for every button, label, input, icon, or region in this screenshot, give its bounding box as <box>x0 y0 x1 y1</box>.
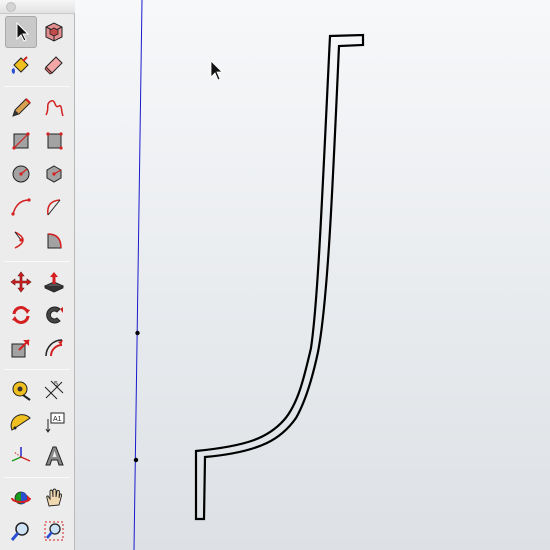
offset-icon <box>45 339 63 357</box>
freehand-curve-icon <box>45 100 64 117</box>
tool-palette: 5 A1 <box>0 0 75 550</box>
zoom-tool[interactable] <box>5 515 37 547</box>
move-tool[interactable] <box>5 266 37 298</box>
axis-endpoint <box>135 330 140 336</box>
arc-icon <box>11 198 31 216</box>
circle-tool[interactable] <box>5 158 37 190</box>
dimension-icon: 5 <box>44 380 64 400</box>
make-component-tool[interactable] <box>38 16 70 48</box>
arc-tool[interactable] <box>5 191 37 223</box>
rotate-arrows-icon <box>12 306 30 324</box>
follow-me-icon <box>46 306 63 324</box>
toolbar-separator <box>4 261 70 262</box>
eraser-tool[interactable] <box>38 49 70 81</box>
blue-axis-line <box>133 0 143 550</box>
pan-tool[interactable] <box>38 482 70 514</box>
orbit-icon <box>11 491 31 505</box>
two-point-arc-tool[interactable] <box>38 191 70 223</box>
toolbar-separator <box>4 369 70 370</box>
3d-text-tool[interactable] <box>38 440 70 472</box>
freehand-tool[interactable] <box>38 92 70 124</box>
follow-me-tool[interactable] <box>38 299 70 331</box>
palette-close-button[interactable] <box>6 2 16 12</box>
toolbar-separator <box>4 477 70 478</box>
magnifier-icon <box>10 522 29 541</box>
two-point-arc-icon <box>47 199 61 216</box>
palette-title-bar <box>0 0 75 14</box>
axis-endpoint <box>133 457 139 463</box>
dimension-tool[interactable]: 5 <box>38 374 70 406</box>
protractor-icon <box>10 414 31 431</box>
rotated-rectangle-icon <box>46 132 63 150</box>
drawing-canvas[interactable] <box>0 0 550 550</box>
three-point-arc-icon <box>14 231 24 249</box>
move-arrows-icon <box>10 271 32 293</box>
3d-text-icon <box>45 446 64 466</box>
pencil-icon <box>12 98 31 117</box>
three-point-arc-tool[interactable] <box>5 224 37 256</box>
profile-shape[interactable] <box>194 33 365 521</box>
text-label-icon: A1 <box>45 412 65 433</box>
rectangle-tool[interactable] <box>5 125 37 157</box>
text-tool[interactable]: A1 <box>38 407 70 439</box>
polygon-tool[interactable] <box>38 158 70 190</box>
push-pull-tool[interactable] <box>38 266 70 298</box>
scale-tool[interactable] <box>5 332 37 364</box>
mouse-cursor-icon <box>210 60 223 81</box>
paint-bucket-tool[interactable] <box>5 49 37 81</box>
protractor-tool[interactable] <box>5 407 37 439</box>
eraser-icon <box>44 56 63 75</box>
arrow-select-icon <box>16 21 30 42</box>
rotated-rectangle-tool[interactable] <box>38 125 70 157</box>
pie-tool[interactable] <box>38 224 70 256</box>
component-box-icon <box>45 22 63 42</box>
orbit-tool[interactable] <box>5 482 37 514</box>
svg-text:5: 5 <box>54 381 58 388</box>
canvas-svg <box>133 0 365 550</box>
axes-tool[interactable] <box>5 440 37 472</box>
line-tool[interactable] <box>5 92 37 124</box>
rotate-tool[interactable] <box>5 299 37 331</box>
rectangle-icon <box>12 132 30 150</box>
text-tool-label: A1 <box>53 416 62 423</box>
polygon-icon <box>46 165 62 183</box>
toolbar-separator <box>4 86 70 87</box>
push-pull-icon <box>43 272 65 293</box>
scale-icon <box>11 339 30 358</box>
zoom-window-tool[interactable] <box>38 515 70 547</box>
pie-icon <box>47 233 62 249</box>
tape-measure-icon <box>12 381 31 401</box>
circle-icon <box>12 165 30 183</box>
paint-bucket-icon <box>11 56 29 74</box>
hand-icon <box>46 488 63 507</box>
offset-tool[interactable] <box>38 332 70 364</box>
zoom-window-icon <box>44 521 64 541</box>
axes-icon <box>11 447 31 462</box>
tape-measure-tool[interactable] <box>5 374 37 406</box>
select-tool[interactable] <box>5 16 37 48</box>
